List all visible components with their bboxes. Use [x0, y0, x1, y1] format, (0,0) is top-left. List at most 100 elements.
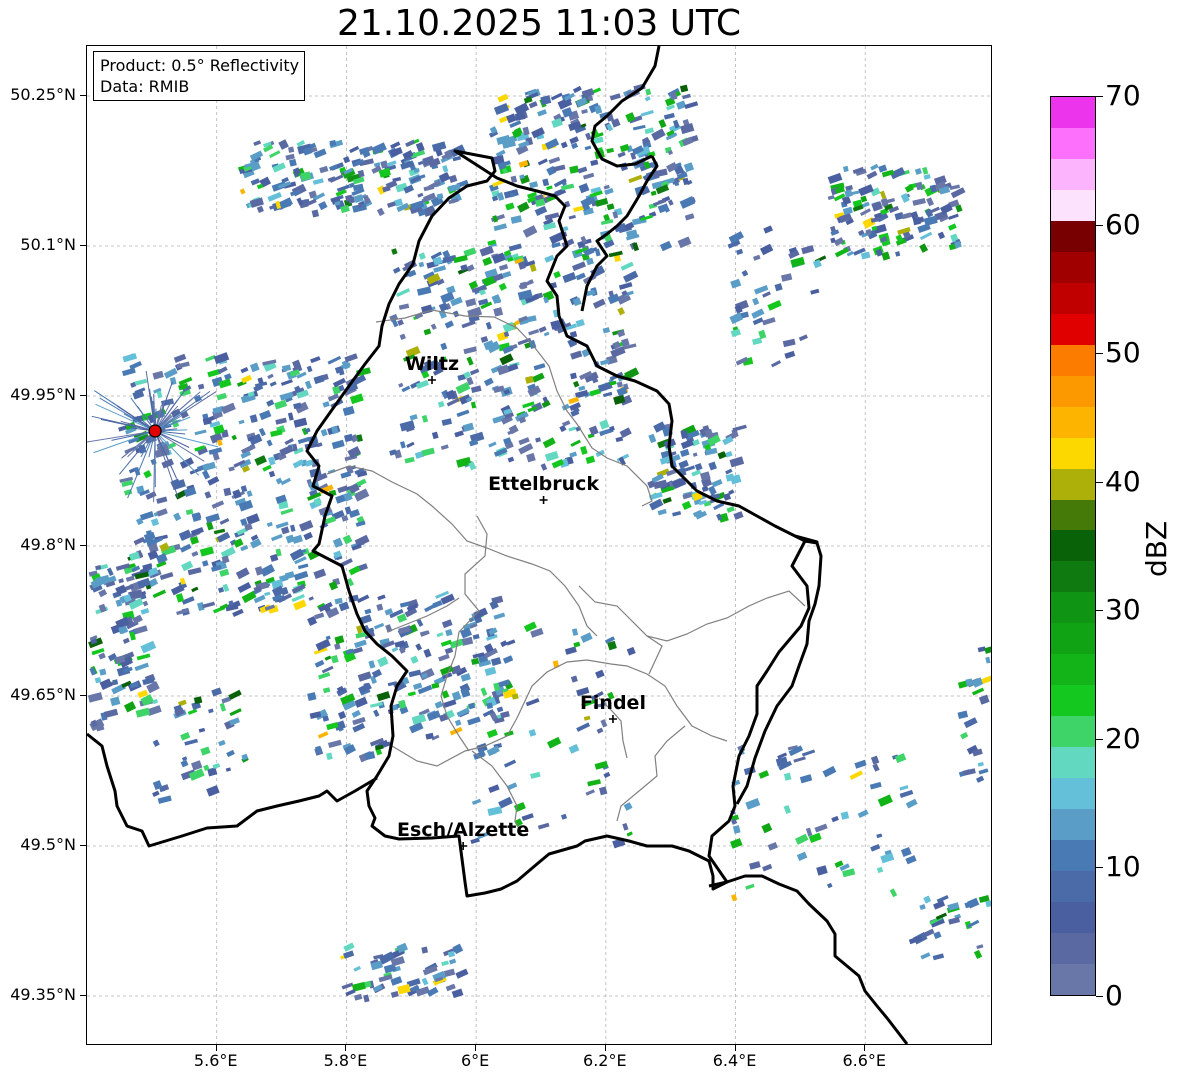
radar-echo	[799, 774, 813, 784]
radar-echo	[456, 409, 470, 418]
lat-tick	[80, 845, 86, 846]
radar-echo	[553, 271, 561, 279]
radar-echo	[217, 366, 228, 375]
radar-echo	[462, 422, 475, 432]
radar-echo	[443, 968, 456, 978]
radar-echo	[313, 568, 327, 579]
radar-echo	[472, 634, 480, 640]
radar-echo	[928, 206, 940, 214]
radar-echo	[202, 560, 209, 567]
radar-echo	[973, 949, 983, 960]
radar-echo	[562, 420, 571, 427]
radar-echo	[312, 178, 324, 185]
radar-echo	[352, 646, 363, 655]
city-marker	[608, 715, 617, 723]
radar-echo	[246, 490, 253, 497]
radar-echo	[194, 429, 207, 436]
lat-tick-label: 50.25°N	[10, 85, 76, 104]
radar-echo	[617, 307, 626, 316]
radar-echo	[180, 731, 191, 741]
colorbar-segment	[1051, 406, 1095, 438]
radar-echo	[320, 428, 328, 437]
radar-echo	[328, 739, 342, 749]
colorbar-label: dBZ	[1140, 520, 1173, 577]
radar-echo	[219, 568, 230, 577]
radar-echo	[568, 426, 577, 432]
radar-echo	[340, 471, 352, 479]
radar-echo	[455, 381, 471, 395]
radar-map[interactable]: Wiltz Ettelbruck Findel Esch/Alzette	[86, 45, 992, 1045]
radar-echo	[125, 575, 135, 582]
radar-echo	[528, 101, 538, 109]
radar-echo	[587, 779, 601, 787]
lat-tick	[80, 995, 86, 996]
radar-echo	[293, 570, 309, 581]
radar-echo	[426, 986, 439, 997]
radar-echo	[484, 666, 497, 676]
radar-echo	[877, 794, 893, 807]
radar-echo	[454, 430, 464, 438]
radar-echo	[94, 677, 102, 684]
radar-echo	[486, 728, 498, 739]
radar-echo	[681, 500, 692, 511]
colorbar-segment	[1051, 189, 1095, 221]
city-label: Wiltz	[405, 353, 459, 375]
radar-echo	[745, 797, 761, 810]
radar-echo	[552, 164, 566, 172]
radar-echo	[321, 665, 334, 674]
radar-echo	[570, 675, 578, 683]
colorbar-segment	[1051, 282, 1095, 314]
radar-echo	[122, 637, 130, 644]
radar-echo	[540, 463, 548, 471]
colorbar-tick-label: 20	[1105, 721, 1141, 755]
radar-echo	[603, 771, 611, 779]
radar-echo	[352, 716, 366, 726]
lat-tick	[80, 395, 86, 396]
radar-echo	[540, 95, 552, 106]
radar-echo	[405, 139, 416, 148]
radar-echo	[560, 813, 568, 820]
radar-echo	[266, 399, 275, 407]
radar-echo	[870, 843, 881, 852]
radar-echo	[783, 772, 792, 781]
radar-echo	[364, 751, 376, 761]
radar-echo	[657, 508, 667, 516]
radar-echo	[451, 988, 464, 999]
radar-echo	[471, 657, 480, 666]
lat-tick	[80, 545, 86, 546]
radar-echo	[376, 603, 384, 611]
radar-echo	[221, 696, 231, 704]
radar-echo	[376, 691, 391, 702]
radar-echo	[204, 491, 212, 499]
radar-echo	[293, 417, 308, 428]
radar-echo	[229, 717, 240, 726]
city-marker	[428, 376, 437, 384]
radar-echo	[216, 392, 227, 401]
radar-echo	[133, 536, 146, 546]
radar-echo	[547, 736, 562, 749]
radar-echo	[354, 696, 368, 708]
colorbar-segment	[1051, 654, 1095, 686]
radar-echo	[409, 414, 418, 421]
colorbar-segment	[1051, 778, 1095, 810]
product-label: Product: 0.5° Reflectivity	[100, 56, 300, 75]
radar-echo	[456, 456, 472, 468]
radar-echo	[600, 719, 608, 728]
radar-echo	[619, 427, 632, 439]
radar-echo	[235, 567, 250, 580]
radar-echo	[374, 622, 385, 630]
radar-echo	[298, 520, 314, 532]
radar-echo	[349, 393, 364, 405]
colorbar-segment	[1051, 592, 1095, 624]
radar-echo	[599, 786, 608, 796]
radar-echo	[264, 591, 271, 597]
radar-echo	[439, 665, 454, 676]
radar-echo	[845, 185, 853, 191]
radar-echo	[963, 717, 978, 729]
radar-echo	[860, 195, 868, 203]
radar-echo	[199, 546, 215, 557]
radar-echo	[761, 822, 773, 834]
radar-echo	[711, 478, 723, 488]
radar-echo	[618, 281, 633, 290]
radar-echo	[440, 444, 449, 450]
